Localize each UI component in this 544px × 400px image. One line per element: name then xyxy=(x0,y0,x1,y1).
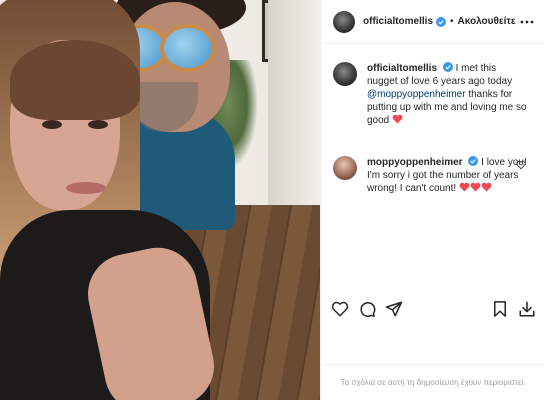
header-separator: • xyxy=(450,16,454,27)
caption-username[interactable]: officialtomellis xyxy=(367,63,437,74)
post-side-panel: officialtomellis • Ακολουθείτε officialt… xyxy=(320,0,544,400)
verified-badge-icon xyxy=(468,156,479,166)
author-username[interactable]: officialtomellis xyxy=(363,16,433,27)
caption-body: officialtomellis I met this nugget of lo… xyxy=(367,62,527,127)
post-photo[interactable] xyxy=(0,0,320,400)
share-icon[interactable] xyxy=(385,300,403,318)
comment-like-icon[interactable] xyxy=(516,160,526,170)
photo-woman-eye-right xyxy=(88,120,108,129)
red-heart-emoji-icon xyxy=(470,182,481,192)
comment-icon[interactable] xyxy=(358,300,376,318)
photo-woman-bangs xyxy=(10,40,140,120)
photo-woman-eye-left xyxy=(42,120,62,129)
photo-doorframe xyxy=(268,0,320,240)
photo-woman-lips xyxy=(66,182,106,194)
red-heart-emoji-icon xyxy=(459,182,470,192)
caption-author-avatar[interactable] xyxy=(333,62,357,86)
post-actions-bar xyxy=(321,296,544,326)
author-avatar[interactable] xyxy=(333,10,355,33)
comments-restricted-text: Τα σχόλια σε αυτή τη δημοσίευση έχουν πε… xyxy=(340,378,526,387)
comment-username[interactable]: moppyoppenheimer xyxy=(367,157,463,168)
following-button[interactable]: Ακολουθείτε xyxy=(458,16,516,27)
photo-woman-face xyxy=(10,40,140,210)
post-header: officialtomellis • Ακολουθείτε xyxy=(321,0,544,44)
photo-sunglasses-lens-right xyxy=(160,24,216,72)
red-heart-emoji-icon xyxy=(481,182,492,192)
bookmark-icon[interactable] xyxy=(491,300,509,318)
comment-body: moppyoppenheimer I love you! I'm sorry i… xyxy=(367,156,527,195)
verified-badge-icon xyxy=(442,62,453,72)
download-icon[interactable] xyxy=(518,300,536,318)
verified-badge-icon xyxy=(436,16,447,27)
red-heart-emoji-icon xyxy=(392,114,403,124)
caption-mention-link[interactable]: @moppyoppenheimer xyxy=(367,89,466,100)
caption: officialtomellis I met this nugget of lo… xyxy=(333,62,533,127)
commenter-avatar[interactable] xyxy=(333,156,357,180)
comment-item: moppyoppenheimer I love you! I'm sorry i… xyxy=(333,156,533,195)
comments-restricted-footer: Τα σχόλια σε αυτή τη δημοσίευση έχουν πε… xyxy=(321,364,544,400)
instagram-post: officialtomellis • Ακολουθείτε officialt… xyxy=(0,0,544,400)
heart-outline-icon[interactable] xyxy=(331,300,349,318)
more-options-icon[interactable] xyxy=(519,14,535,30)
